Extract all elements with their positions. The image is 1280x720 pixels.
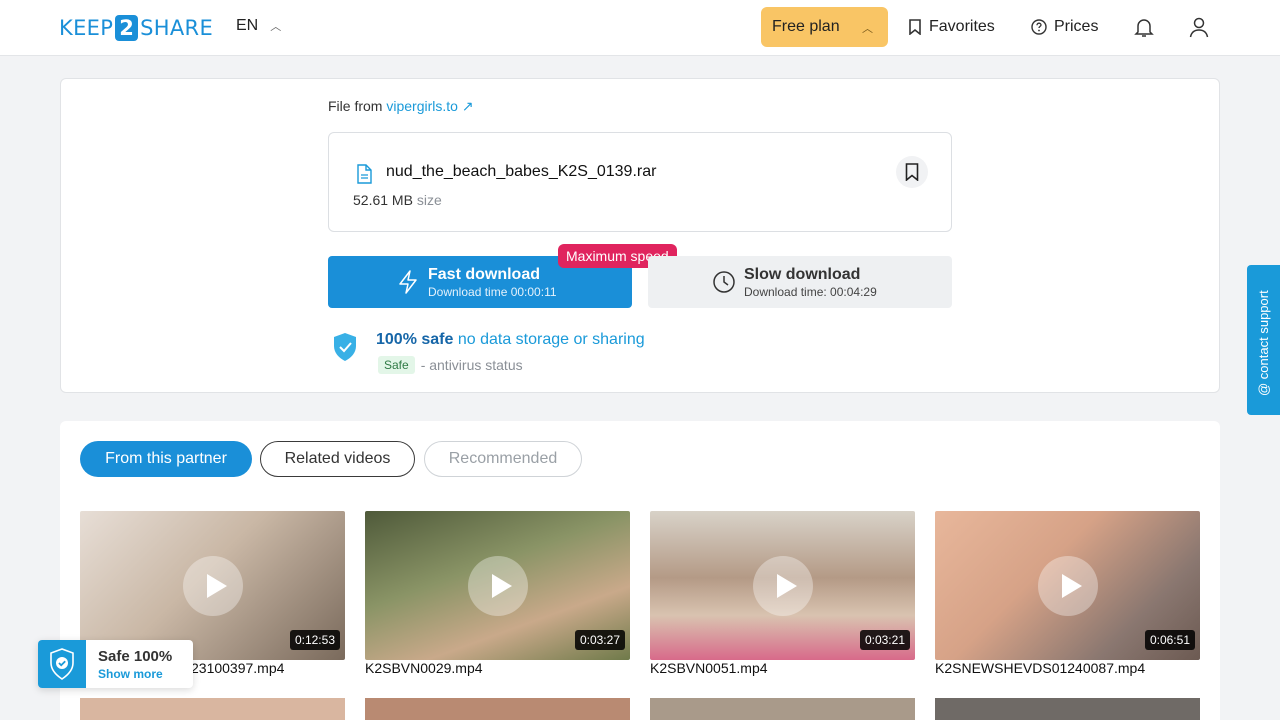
top-header: KEEP 2 SHARE EN ︿ Free plan ︿ Favorites Pr… [0, 0, 1280, 56]
tab-recommended[interactable]: Recommended [424, 441, 582, 477]
bookmark-icon [905, 163, 919, 181]
video-duration: 0:03:21 [859, 630, 910, 650]
file-info-box: nud_the_beach_babes_K2S_0139.rar 52.61 M… [328, 132, 952, 232]
tab-related-videos[interactable]: Related videos [260, 441, 415, 477]
source-link[interactable]: vipergirls.to ↗ [386, 98, 473, 114]
safe-widget[interactable]: Safe 100% Show more [38, 640, 193, 688]
add-favorite-button[interactable] [896, 156, 928, 188]
slow-download-title: Slow download [744, 266, 861, 283]
safety-statement: 100% safe no data storage or sharing [376, 331, 645, 348]
fast-download-title: Fast download [428, 266, 540, 283]
video-duration: 0:12:53 [289, 630, 340, 650]
show-more-link[interactable]: Show more [98, 667, 163, 681]
favorites-label: Favorites [929, 18, 995, 35]
video-thumbnail[interactable] [650, 698, 915, 720]
language-selector[interactable]: EN ︿ [236, 17, 281, 35]
free-plan-button[interactable]: Free plan ︿ [761, 7, 888, 47]
antivirus-status: Safe - antivirus status [378, 356, 523, 374]
video-thumbnail[interactable]: 0:03:27 [365, 511, 630, 660]
safe-status-badge: Safe [378, 356, 415, 374]
file-card: File from vipergirls.to ↗ nud_the_beach_… [60, 78, 1220, 393]
video-title[interactable]: K2SBVN0029.mp4 [365, 660, 483, 676]
video-thumbnail[interactable] [365, 698, 630, 720]
play-icon [1038, 556, 1098, 616]
video-thumbnail[interactable]: 0:03:21 [650, 511, 915, 660]
question-circle-icon [1031, 19, 1047, 35]
shield-check-icon [334, 333, 356, 361]
video-thumbnail[interactable] [935, 698, 1200, 720]
tab-from-this-partner[interactable]: From this partner [80, 441, 252, 477]
keep2share-logo[interactable]: KEEP 2 SHARE [59, 15, 213, 41]
video-thumbnail[interactable]: 0:06:51 [935, 511, 1200, 660]
chevron-up-icon: ︿ [270, 21, 282, 33]
contact-support-label: @ contact support [1256, 290, 1271, 396]
fast-download-time: Download time 00:00:11 [428, 285, 557, 299]
play-icon [468, 556, 528, 616]
play-icon [753, 556, 813, 616]
user-icon[interactable] [1187, 15, 1211, 39]
slow-download-button[interactable]: Slow download Download time: 00:04:29 [648, 256, 952, 308]
prices-label: Prices [1054, 18, 1099, 35]
play-icon [183, 556, 243, 616]
plan-label: Free plan [772, 18, 840, 35]
video-duration: 0:06:51 [1144, 630, 1195, 650]
file-icon [357, 164, 372, 184]
bell-icon[interactable] [1132, 15, 1156, 39]
chevron-up-icon: ︿ [862, 23, 873, 35]
video-thumbnail[interactable] [80, 698, 345, 720]
external-link-icon: ↗ [461, 98, 474, 114]
safe-widget-icon-box [38, 640, 86, 688]
bookmark-icon [909, 19, 921, 35]
prices-link[interactable]: Prices [1031, 16, 1098, 38]
video-thumbnail[interactable]: 0:12:53 [80, 511, 345, 660]
video-title[interactable]: 23100397.mp4 [191, 660, 284, 676]
video-duration: 0:03:27 [574, 630, 625, 650]
file-source: File from vipergirls.to ↗ [328, 98, 474, 114]
video-title[interactable]: K2SNEWSHEVDS01240087.mp4 [935, 660, 1145, 676]
videos-section: From this partner Related videos Recomme… [60, 421, 1220, 720]
file-size: 52.61 MB size [353, 192, 442, 208]
favorites-link[interactable]: Favorites [908, 16, 995, 38]
safe-widget-title: Safe 100% [98, 648, 173, 665]
contact-support-tab[interactable]: @ contact support [1247, 265, 1280, 415]
clock-icon [713, 271, 735, 293]
shield-check-icon [50, 648, 74, 680]
lightning-icon [399, 270, 417, 294]
slow-download-time: Download time: 00:04:29 [744, 285, 877, 299]
file-name: nud_the_beach_babes_K2S_0139.rar [386, 163, 657, 180]
video-title[interactable]: K2SBVN0051.mp4 [650, 660, 768, 676]
language-label: EN [236, 17, 259, 34]
